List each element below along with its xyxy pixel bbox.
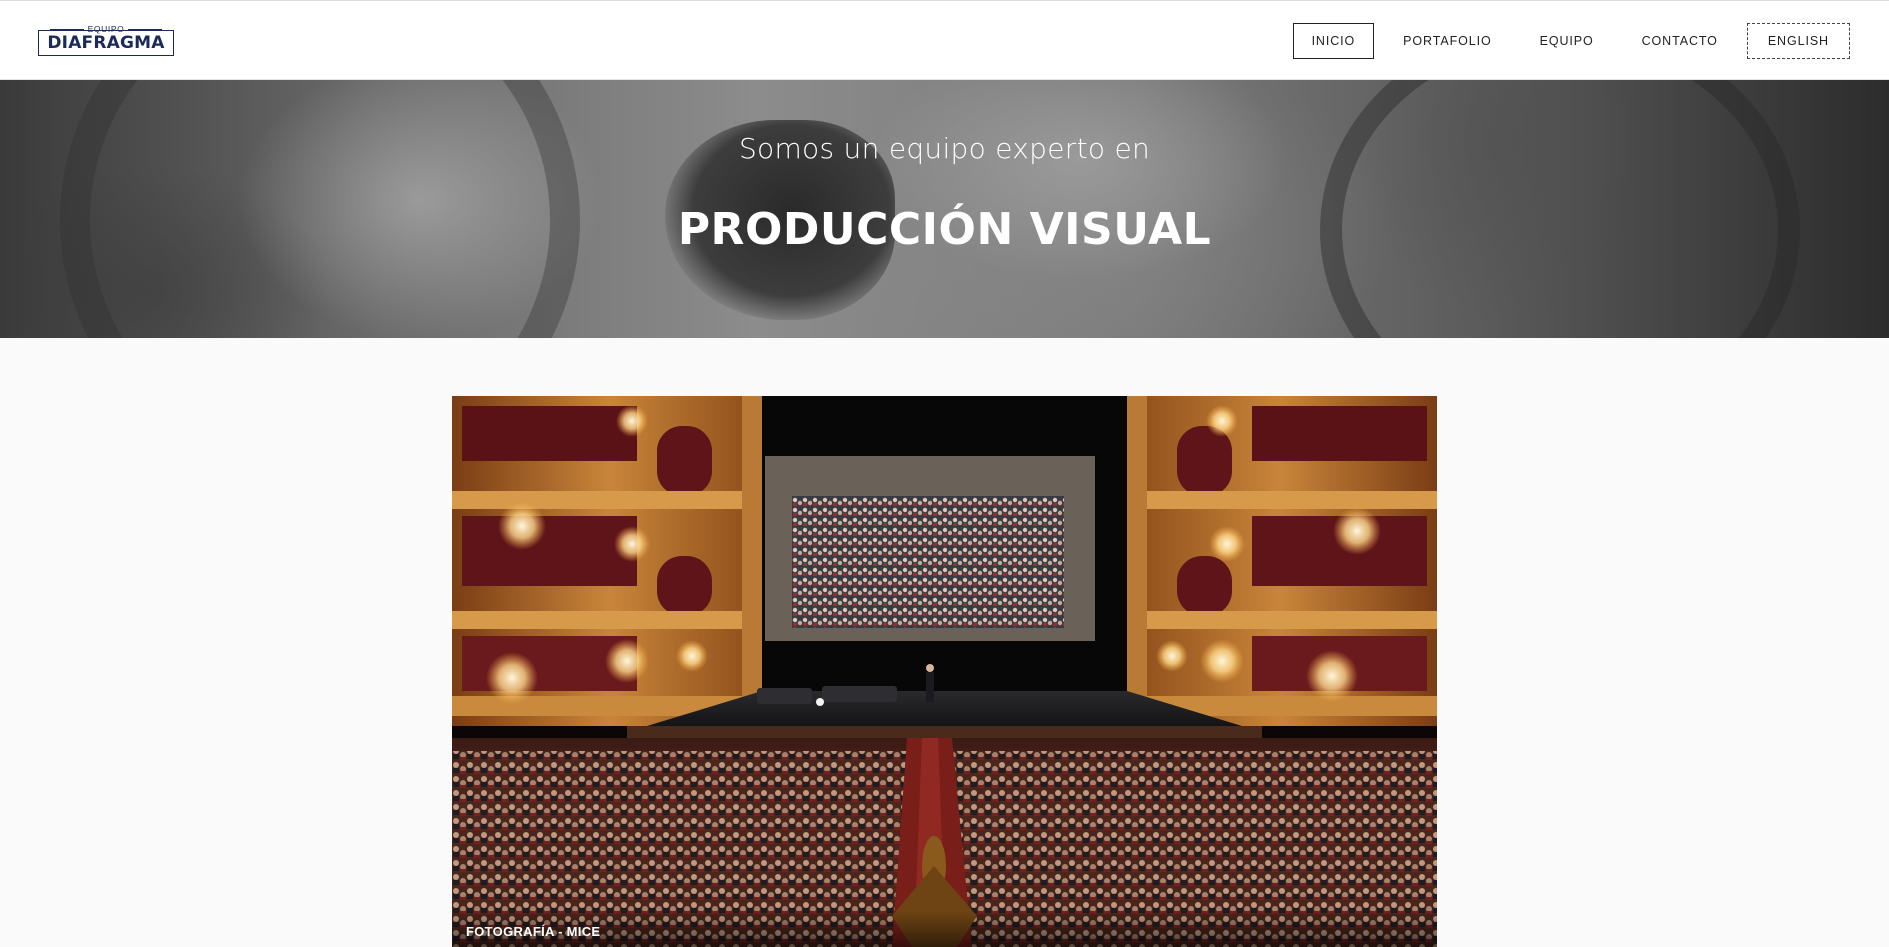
- site-header: EQUIPO DIAFRAGMA INICIO PORTAFOLIO EQUIP…: [0, 0, 1889, 80]
- logo[interactable]: EQUIPO DIAFRAGMA: [38, 24, 174, 57]
- nav-item-inicio[interactable]: INICIO: [1292, 23, 1375, 59]
- portfolio-feature-image[interactable]: FOTOGRAFÍA - MICE: [452, 396, 1437, 947]
- logo-box: DIAFRAGMA: [38, 30, 174, 56]
- language-toggle-button[interactable]: ENGLISH: [1746, 23, 1850, 59]
- hero-subtitle: Somos un equipo experto en: [738, 132, 1151, 165]
- nav-item-equipo[interactable]: EQUIPO: [1521, 23, 1613, 59]
- hero-title: PRODUCCIÓN VISUAL: [677, 204, 1212, 255]
- nav-item-contacto[interactable]: CONTACTO: [1623, 23, 1737, 59]
- logo-name: DIAFRAGMA: [47, 33, 165, 53]
- hero-banner: Somos un equipo experto en PRODUCCIÓN VI…: [0, 80, 1889, 338]
- theater-photo: [452, 396, 1437, 947]
- main-nav: INICIO PORTAFOLIO EQUIPO CONTACTO ENGLIS…: [1283, 23, 1850, 59]
- nav-item-portafolio[interactable]: PORTAFOLIO: [1384, 23, 1510, 59]
- feature-caption: FOTOGRAFÍA - MICE: [466, 924, 601, 939]
